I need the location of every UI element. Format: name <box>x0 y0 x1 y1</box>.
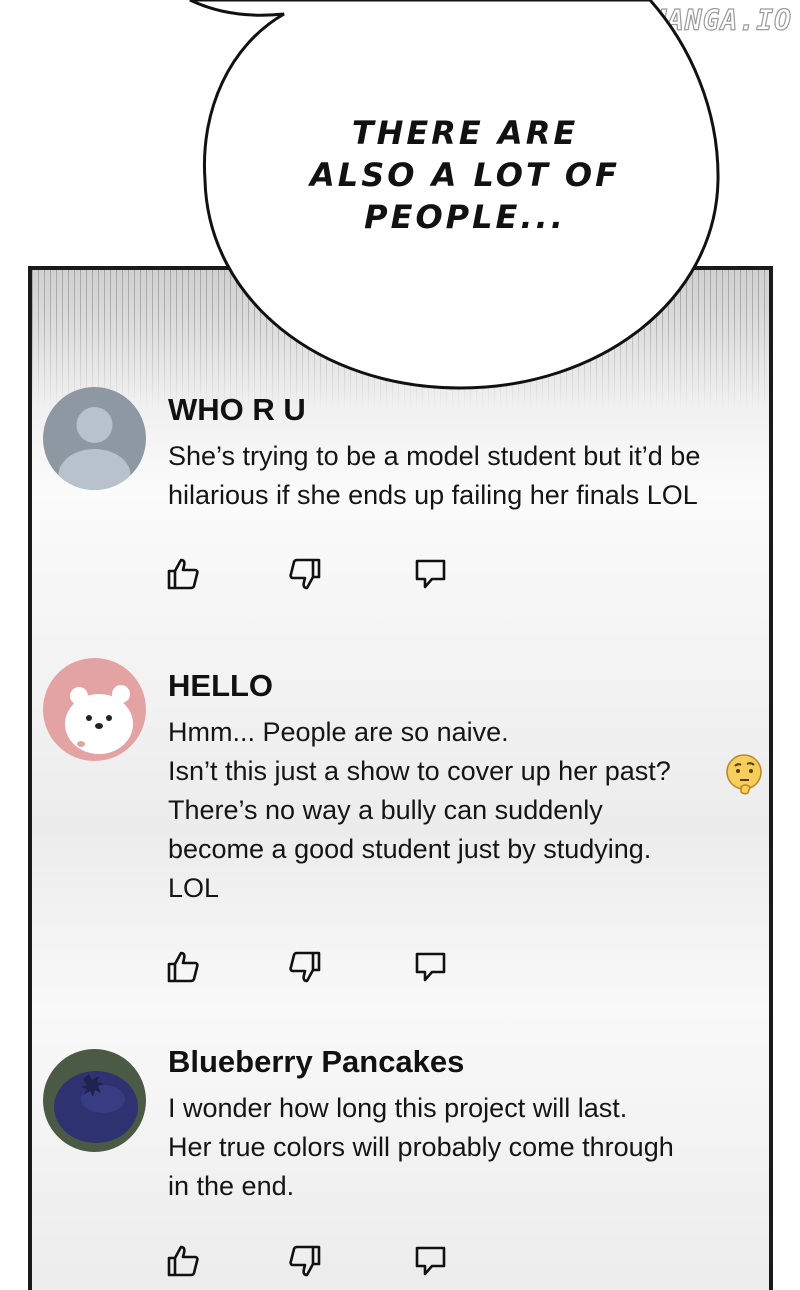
avatar-default[interactable] <box>43 387 146 490</box>
thinking-face-emoji <box>725 752 765 796</box>
speech-bubble-text: THERE ARE ALSO A LOT OF PEOPLE... <box>310 114 620 236</box>
blueberry-icon <box>54 1071 138 1143</box>
comment-text: I wonder how long this project will last… <box>168 1093 674 1201</box>
avatar-polar-bear[interactable] <box>43 658 146 761</box>
thumbs-down-icon[interactable] <box>288 1244 322 1278</box>
comment-text: She’s trying to be a model student but i… <box>168 441 701 510</box>
thumbs-down-icon[interactable] <box>288 950 322 984</box>
comment-username[interactable]: WHO R U <box>168 392 306 428</box>
comment-text: Hmm... People are so naive. Isn’t this j… <box>168 717 671 903</box>
thumbs-up-icon[interactable] <box>166 557 200 591</box>
thumbs-down-icon[interactable] <box>288 557 322 591</box>
thumbs-up-icon[interactable] <box>166 1244 200 1278</box>
thumbs-up-icon[interactable] <box>166 950 200 984</box>
reply-icon[interactable] <box>414 557 448 591</box>
reply-icon[interactable] <box>414 1244 448 1278</box>
comment-username[interactable]: Blueberry Pancakes <box>168 1044 464 1080</box>
polar-bear-icon <box>65 685 133 754</box>
comment-username[interactable]: HELLO <box>168 668 273 704</box>
reply-icon[interactable] <box>414 950 448 984</box>
avatar-blueberry[interactable] <box>43 1049 146 1152</box>
default-user-icon <box>58 407 131 490</box>
